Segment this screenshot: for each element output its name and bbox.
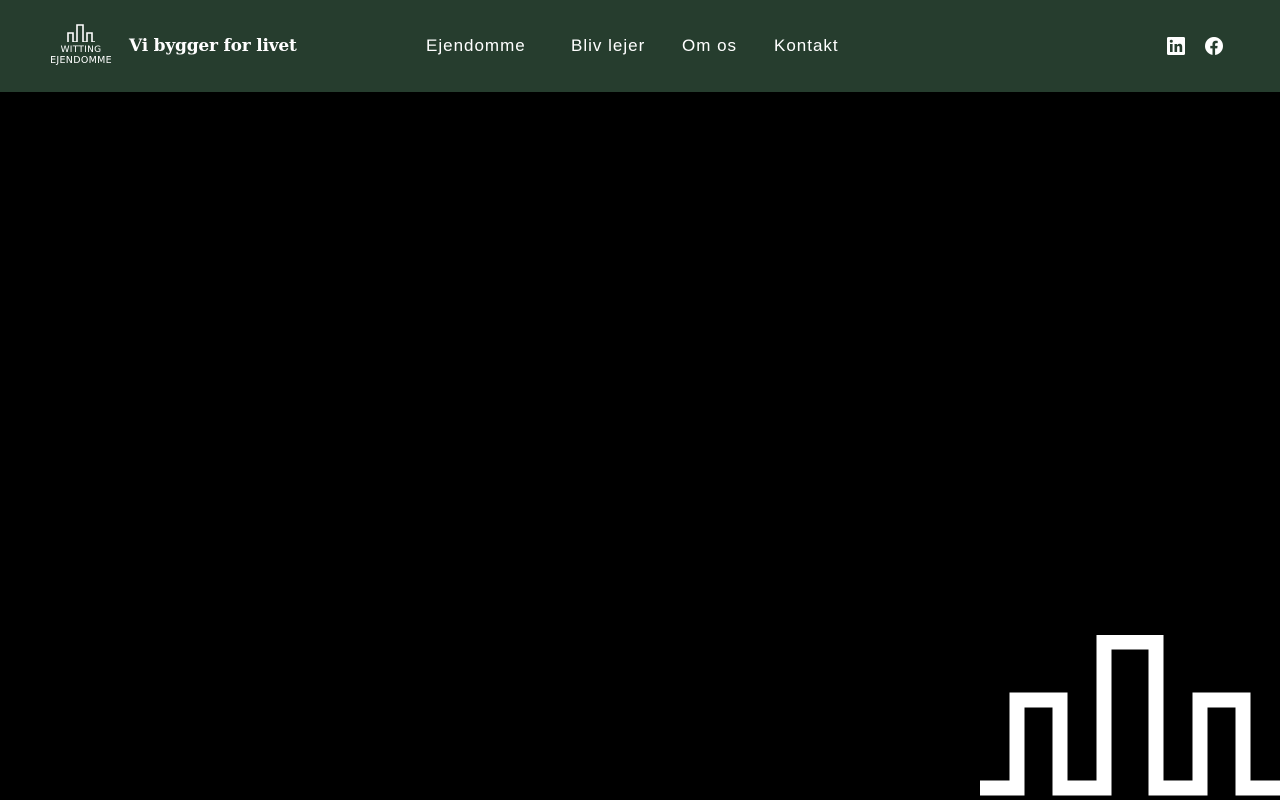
nav-item-om-os[interactable]: Om os bbox=[682, 35, 737, 57]
logo-text-witting: WITTING bbox=[60, 45, 102, 55]
logo-skyline-icon bbox=[67, 24, 95, 42]
site-header: WITTING EJENDOMME Vi bygger for livet Ej… bbox=[0, 0, 1280, 92]
skyline-graphic bbox=[980, 635, 1280, 796]
nav-item-bliv-lejer[interactable]: Bliv lejer bbox=[571, 35, 645, 57]
linkedin-icon[interactable] bbox=[1167, 37, 1185, 55]
site-tagline: Vi bygger for livet bbox=[129, 36, 297, 56]
nav-item-ejendomme[interactable]: Ejendomme bbox=[426, 35, 526, 57]
logo-link[interactable]: WITTING EJENDOMME bbox=[46, 24, 116, 68]
logo-text-ejendomme: EJENDOMME bbox=[50, 55, 112, 66]
facebook-icon[interactable] bbox=[1205, 37, 1223, 55]
nav-item-kontakt[interactable]: Kontakt bbox=[774, 35, 839, 57]
